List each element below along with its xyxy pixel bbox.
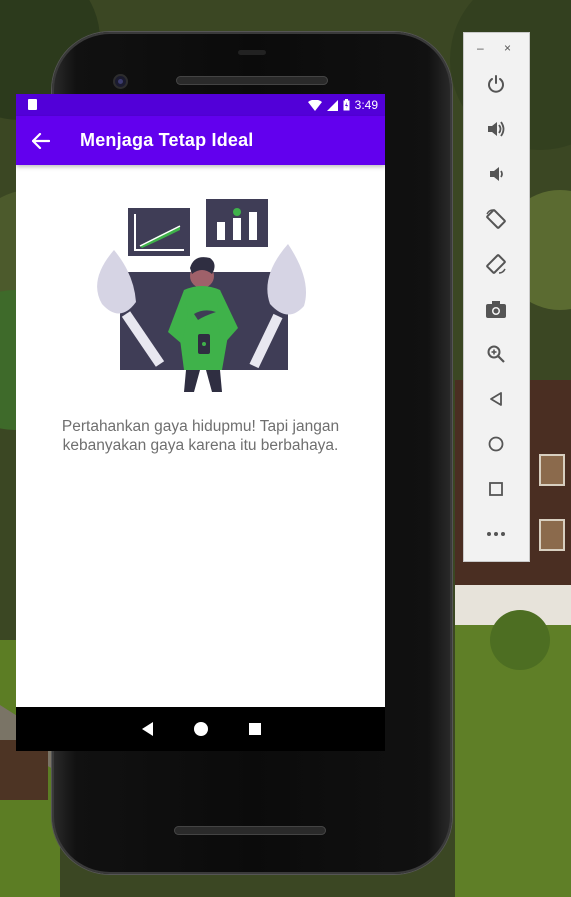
screenshot-button[interactable] <box>483 296 509 322</box>
zoom-in-icon <box>487 345 505 363</box>
system-nav-bar <box>16 707 385 751</box>
camera-icon <box>486 301 506 318</box>
volume-down-icon <box>490 167 503 181</box>
page-title: Menjaga Tetap Ideal <box>80 130 254 150</box>
nav-home-button[interactable] <box>191 719 211 739</box>
description-text: Pertahankan gaya hidupmu! Tapi jangan ke… <box>61 418 340 454</box>
emulator-control-panel: – × <box>463 32 530 562</box>
volume-up-button[interactable] <box>483 116 509 142</box>
emulator-back-button[interactable] <box>483 386 509 412</box>
square-recents-icon <box>249 723 261 735</box>
circle-home-icon <box>194 722 208 736</box>
back-arrow-button[interactable] <box>28 128 54 154</box>
arrow-back-icon <box>32 133 50 149</box>
power-button[interactable] <box>483 71 509 97</box>
bottom-speaker-grille <box>174 826 326 835</box>
app-screen: 3:49 Menjaga Tetap Ideal Pertahankan gay… <box>16 94 385 707</box>
volume-up-icon <box>488 121 505 137</box>
power-icon <box>488 75 504 93</box>
wifi-icon <box>307 99 322 111</box>
fitness-illustration <box>97 199 306 392</box>
app-bar: Menjaga Tetap Ideal <box>16 116 385 165</box>
emulator-overview-button[interactable] <box>483 476 509 502</box>
nav-back-button[interactable] <box>138 719 158 739</box>
more-dots-icon <box>487 532 505 536</box>
zoom-button[interactable] <box>483 341 509 367</box>
nav-recents-button[interactable] <box>245 719 265 739</box>
volume-down-button[interactable] <box>483 161 509 187</box>
more-options-button[interactable] <box>483 521 509 547</box>
close-button[interactable]: × <box>504 41 511 55</box>
front-camera <box>113 74 128 89</box>
home-circle-icon <box>488 436 504 452</box>
rotate-right-button[interactable] <box>483 251 509 277</box>
status-time: 3:49 <box>354 98 378 112</box>
sd-card-icon <box>28 99 37 110</box>
rotate-right-icon <box>486 254 506 274</box>
rotate-left-button[interactable] <box>483 206 509 232</box>
signal-icon <box>326 99 338 111</box>
emulator-home-button[interactable] <box>483 431 509 457</box>
status-bar: 3:49 <box>16 94 385 116</box>
triangle-back-icon <box>142 722 153 736</box>
overview-square-icon <box>489 482 503 496</box>
back-triangle-icon <box>490 392 502 406</box>
top-speaker-grille <box>176 76 328 85</box>
battery-icon <box>343 99 350 111</box>
minimize-button[interactable]: – <box>477 41 484 55</box>
earpiece-slot <box>238 50 266 55</box>
rotate-left-icon <box>486 209 506 229</box>
